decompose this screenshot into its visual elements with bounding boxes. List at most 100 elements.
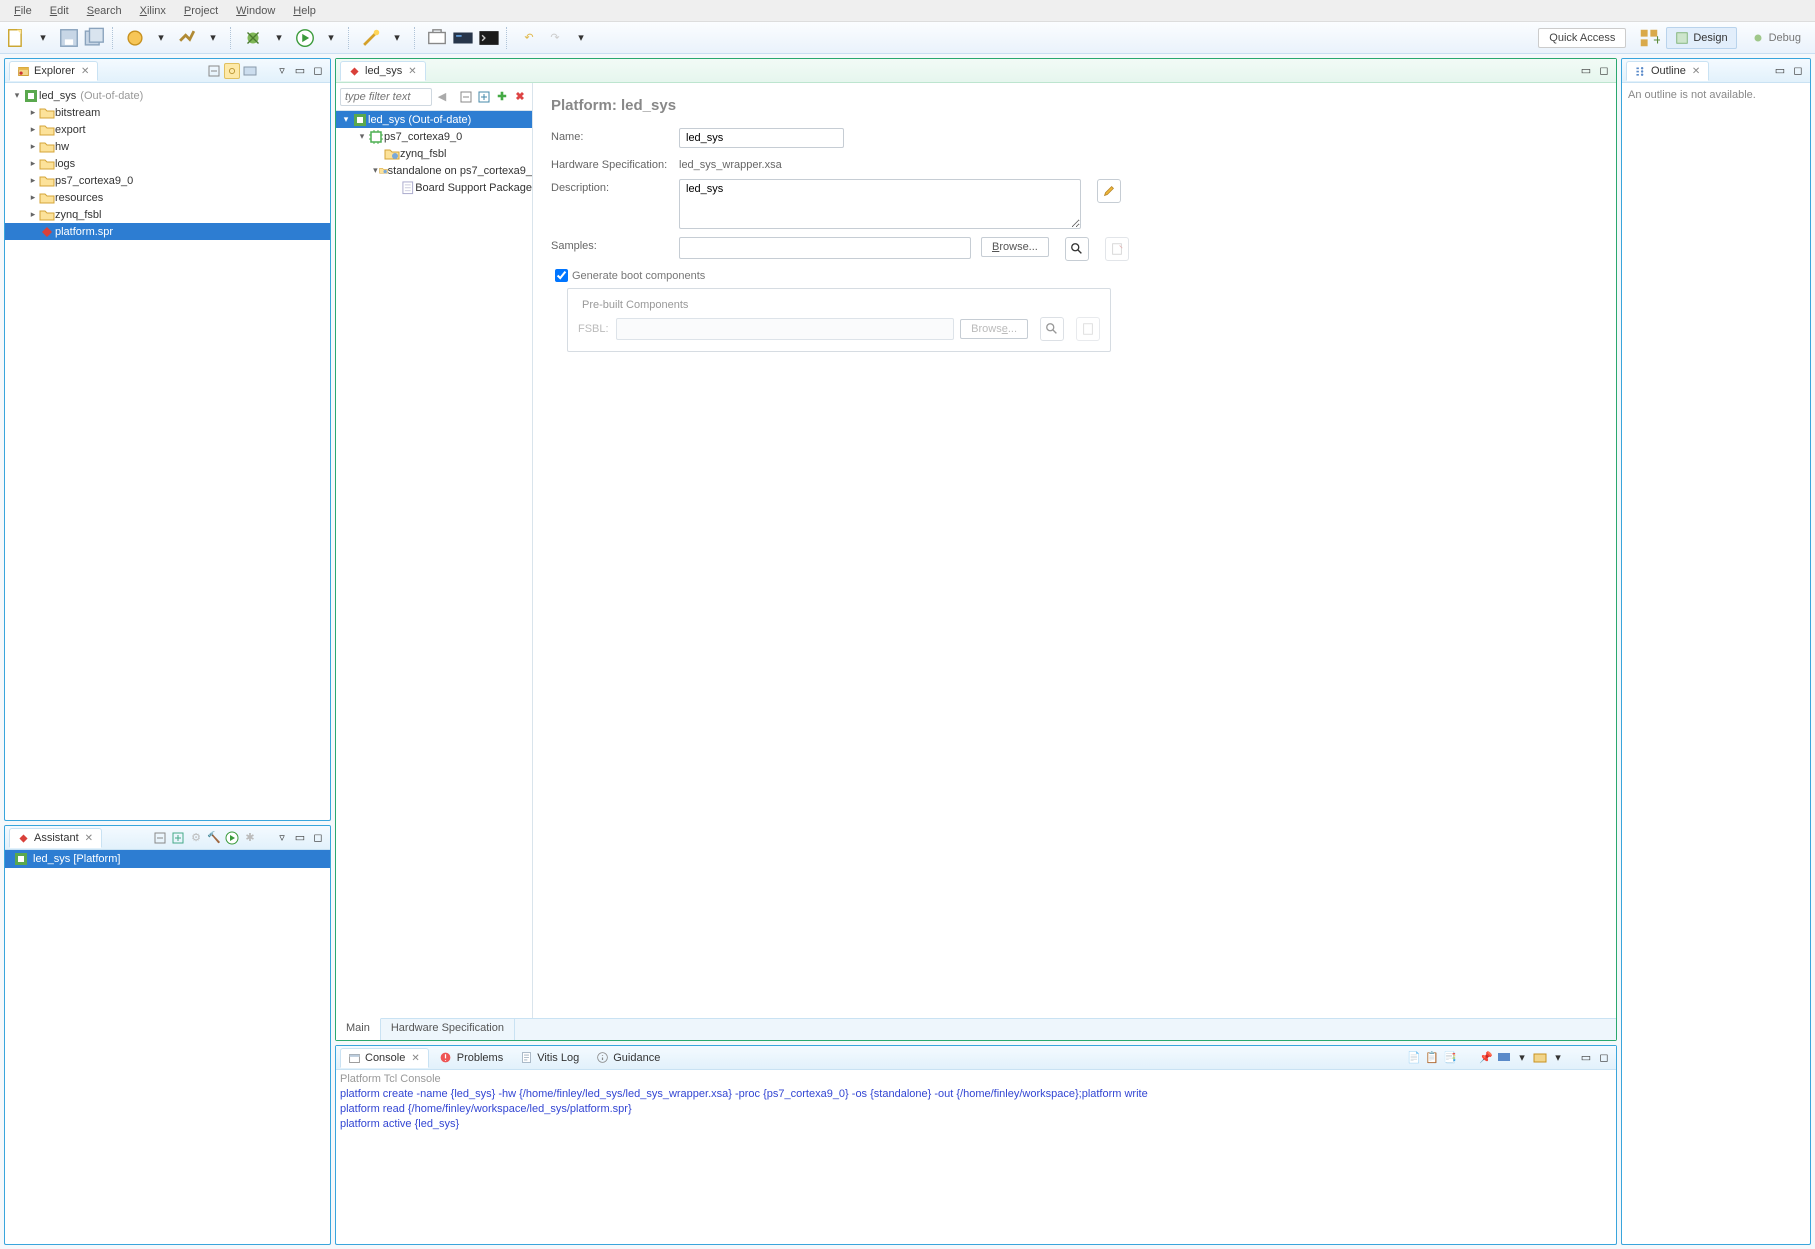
tree-item-domain[interactable]: zynq_fsbl <box>336 145 532 162</box>
vitis-log-tab[interactable]: Vitis Log <box>513 1049 585 1067</box>
menu-help[interactable]: Help <box>285 3 324 19</box>
open-perspective-button[interactable]: + <box>1638 27 1660 49</box>
run-icon[interactable] <box>224 830 240 846</box>
outline-tab[interactable]: Outline ✕ <box>1626 61 1709 81</box>
expand-toggle[interactable]: ▸ <box>27 192 39 203</box>
save-button[interactable] <box>58 27 80 49</box>
nav-dropdown[interactable]: ▾ <box>570 27 592 49</box>
add-icon[interactable]: ✚ <box>494 89 510 105</box>
display-dropdown[interactable]: ▾ <box>1514 1050 1530 1066</box>
console-action-2-icon[interactable]: 📋 <box>1424 1050 1440 1066</box>
maximize-icon[interactable]: ◻ <box>1596 63 1612 79</box>
editor-tab[interactable]: led_sys ✕ <box>340 61 426 81</box>
menu-project[interactable]: Project <box>176 3 226 19</box>
close-icon[interactable]: ✕ <box>79 66 91 77</box>
tree-item-folder[interactable]: ▸ps7_cortexa9_0 <box>5 172 330 189</box>
tree-item-platform[interactable]: ▾ led_sys (Out-of-date) <box>336 111 532 128</box>
tree-item-bsp[interactable]: Board Support Package <box>336 179 532 196</box>
clear-button[interactable] <box>1105 237 1129 261</box>
console-tab[interactable]: Console ✕ <box>340 1048 429 1068</box>
expand-toggle[interactable]: ▸ <box>27 175 39 186</box>
minimize-icon[interactable]: ▭ <box>1578 1050 1594 1066</box>
tree-item-folder[interactable]: ▸zynq_fsbl <box>5 206 330 223</box>
run-dropdown[interactable]: ▾ <box>320 27 342 49</box>
tree-item-folder[interactable]: ▸hw <box>5 138 330 155</box>
open-console-dropdown[interactable]: ▾ <box>1550 1050 1566 1066</box>
pin-icon[interactable]: 📌 <box>1478 1050 1494 1066</box>
minimize-icon[interactable]: ▭ <box>1578 63 1594 79</box>
debug-icon[interactable]: ✱ <box>242 830 258 846</box>
problems-tab[interactable]: Problems <box>433 1049 509 1067</box>
expand-toggle[interactable]: ▸ <box>27 107 39 118</box>
tab-main[interactable]: Main <box>336 1018 381 1040</box>
minimize-icon[interactable]: ▭ <box>1772 63 1788 79</box>
close-icon[interactable]: ✕ <box>406 66 418 77</box>
menu-xilinx[interactable]: Xilinx <box>132 3 174 19</box>
tree-item-folder[interactable]: ▸logs <box>5 155 330 172</box>
browse-button[interactable]: Browse... <box>981 237 1049 257</box>
tree-item-folder[interactable]: ▸export <box>5 121 330 138</box>
save-all-button[interactable] <box>84 27 106 49</box>
expand-toggle[interactable]: ▸ <box>27 209 39 220</box>
tree-item-file[interactable]: platform.spr <box>5 223 330 240</box>
close-icon[interactable]: ✕ <box>1690 66 1702 77</box>
back-button[interactable]: ↶ <box>518 27 540 49</box>
close-icon[interactable]: ✕ <box>409 1053 421 1064</box>
expand-toggle[interactable]: ▸ <box>27 124 39 135</box>
assistant-tab[interactable]: Assistant ✕ <box>9 828 102 848</box>
wizard-dropdown[interactable]: ▾ <box>386 27 408 49</box>
description-input[interactable]: led_sys <box>679 179 1081 229</box>
perspective-debug[interactable]: Debug <box>1743 28 1809 48</box>
build-button[interactable] <box>176 27 198 49</box>
explorer-tree[interactable]: ▾ led_sys (Out-of-date) ▸bitstream▸expor… <box>5 83 330 820</box>
name-input[interactable] <box>679 128 844 148</box>
maximize-icon[interactable]: ◻ <box>310 830 326 846</box>
tree-item-folder[interactable]: ▸resources <box>5 189 330 206</box>
xsct-button[interactable] <box>124 27 146 49</box>
wizard-button[interactable] <box>360 27 382 49</box>
minimize-icon[interactable]: ▭ <box>292 830 308 846</box>
edit-button[interactable] <box>1097 179 1121 203</box>
assistant-item[interactable]: led_sys [Platform] <box>5 850 330 868</box>
quick-access[interactable]: Quick Access <box>1538 28 1626 48</box>
debug-dropdown[interactable]: ▾ <box>268 27 290 49</box>
settings-icon[interactable]: ⚙ <box>188 830 204 846</box>
delete-icon[interactable]: ✖ <box>512 89 528 105</box>
console-action-3-icon[interactable]: 📑 <box>1442 1050 1458 1066</box>
expand-toggle[interactable]: ▸ <box>27 141 39 152</box>
new-button[interactable] <box>6 27 28 49</box>
run-button[interactable] <box>294 27 316 49</box>
open-console-icon[interactable] <box>1532 1050 1548 1066</box>
samples-input[interactable] <box>679 237 971 259</box>
display-icon[interactable] <box>1496 1050 1512 1066</box>
tab-hardware-spec[interactable]: Hardware Specification <box>381 1019 515 1040</box>
terminal-button[interactable] <box>478 27 500 49</box>
focus-icon[interactable] <box>242 63 258 79</box>
minimize-icon[interactable]: ▭ <box>292 63 308 79</box>
maximize-icon[interactable]: ◻ <box>310 63 326 79</box>
menu-file[interactable]: File <box>6 3 40 19</box>
collapse-icon[interactable] <box>152 830 168 846</box>
new-dropdown[interactable]: ▾ <box>32 27 54 49</box>
perspective-design[interactable]: Design <box>1666 27 1736 49</box>
build-dropdown[interactable]: ▾ <box>202 27 224 49</box>
filter-input[interactable] <box>340 88 432 106</box>
maximize-icon[interactable]: ◻ <box>1790 63 1806 79</box>
maximize-icon[interactable]: ◻ <box>1596 1050 1612 1066</box>
add-icon[interactable] <box>170 830 186 846</box>
menu-edit[interactable]: Edit <box>42 3 77 19</box>
tree-item-folder[interactable]: ▸bitstream <box>5 104 330 121</box>
collapse-all-icon[interactable] <box>206 63 222 79</box>
menu-search[interactable]: Search <box>79 3 130 19</box>
debug-button[interactable] <box>242 27 264 49</box>
guidance-tab[interactable]: Guidance <box>589 1049 666 1067</box>
explorer-tab[interactable]: Explorer ✕ <box>9 61 98 81</box>
tree-item-processor[interactable]: ▾ ps7_cortexa9_0 <box>336 128 532 145</box>
program-button[interactable] <box>426 27 448 49</box>
tree-item-domain[interactable]: ▾ standalone on ps7_cortexa9_ <box>336 162 532 179</box>
console-action-1-icon[interactable]: 📄 <box>1406 1050 1422 1066</box>
close-icon[interactable]: ✕ <box>83 833 95 844</box>
collapse-icon[interactable] <box>458 89 474 105</box>
expand-icon[interactable] <box>476 89 492 105</box>
link-editor-icon[interactable] <box>224 63 240 79</box>
